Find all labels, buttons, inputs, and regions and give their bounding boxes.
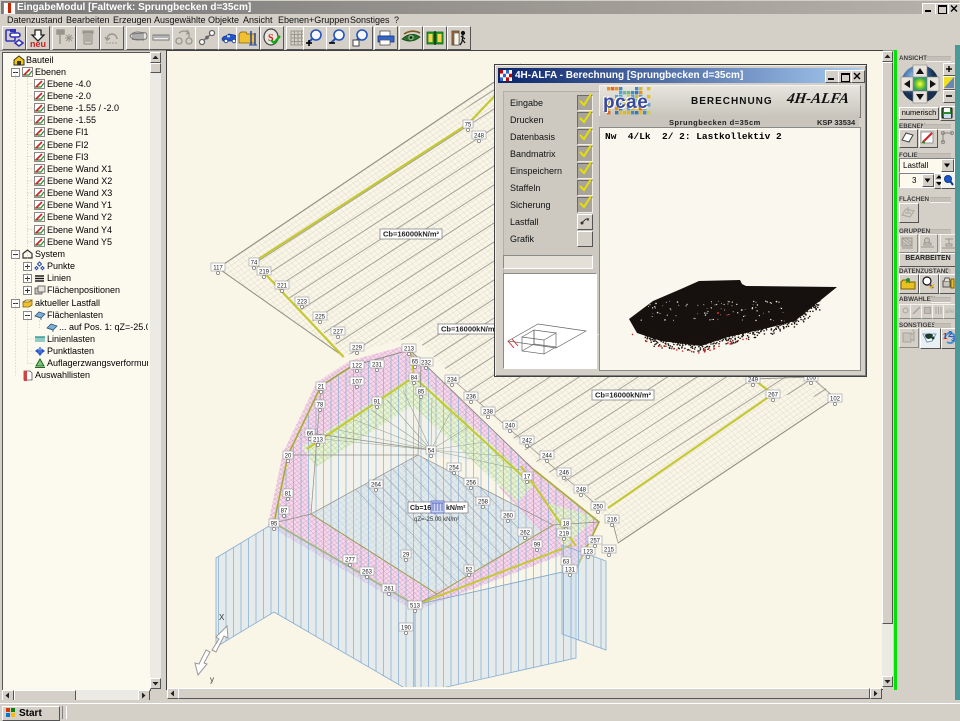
svg-text:102: 102 [830, 397, 841, 403]
svg-text:131: 131 [565, 568, 576, 574]
svg-text:242: 242 [522, 439, 533, 445]
svg-text:261: 261 [384, 587, 395, 593]
svg-text:65: 65 [412, 360, 419, 366]
svg-text:85: 85 [418, 390, 425, 396]
svg-text:qZ=-25.00 kN/m²: qZ=-25.00 kN/m² [414, 517, 459, 523]
svg-text:254: 254 [449, 466, 460, 472]
svg-text:18: 18 [563, 522, 570, 528]
svg-text:122: 122 [352, 364, 363, 370]
svg-text:54: 54 [428, 449, 435, 455]
svg-text:84: 84 [411, 376, 418, 382]
svg-text:X: X [219, 613, 225, 622]
svg-text:95: 95 [271, 522, 278, 528]
svg-text:240: 240 [505, 424, 516, 430]
svg-text:81: 81 [285, 492, 292, 498]
svg-text:y: y [210, 675, 214, 684]
svg-text:225: 225 [315, 315, 326, 321]
svg-text:216: 216 [607, 518, 618, 524]
svg-text:117: 117 [213, 266, 223, 272]
svg-text:190: 190 [401, 626, 412, 632]
svg-text:29: 29 [403, 553, 410, 559]
svg-text:87: 87 [281, 509, 288, 515]
svg-text:215: 215 [604, 548, 615, 554]
svg-text:227: 227 [333, 330, 344, 336]
svg-text:248: 248 [576, 488, 587, 494]
svg-text:244: 244 [542, 454, 553, 460]
svg-text:258: 258 [478, 500, 489, 506]
svg-text:107: 107 [352, 380, 363, 386]
svg-text:kN/m²: kN/m² [446, 505, 466, 512]
svg-text:99: 99 [534, 543, 541, 549]
svg-text:250: 250 [593, 505, 604, 511]
svg-text:223: 223 [297, 300, 308, 306]
svg-text:20: 20 [285, 454, 292, 460]
svg-text:277: 277 [345, 558, 356, 564]
svg-text:246: 246 [559, 471, 570, 477]
svg-text:Cb=16000kN/m²: Cb=16000kN/m² [383, 230, 440, 239]
svg-text:Cb=16000kN/m²: Cb=16000kN/m² [595, 391, 652, 400]
svg-text:260: 260 [503, 514, 514, 520]
svg-text:213: 213 [313, 438, 324, 444]
svg-text:267: 267 [768, 393, 779, 399]
svg-text:123: 123 [583, 550, 594, 556]
svg-text:236: 236 [466, 395, 477, 401]
svg-text:Cb=16: Cb=16 [410, 505, 431, 512]
svg-text:alle: alle [945, 309, 954, 315]
svg-text:248: 248 [474, 134, 485, 140]
svg-text:264: 264 [371, 483, 382, 489]
svg-text:263: 263 [362, 570, 373, 576]
svg-text:232: 232 [421, 361, 432, 367]
svg-text:21: 21 [318, 385, 325, 391]
svg-text:219: 219 [559, 532, 570, 538]
svg-text:238: 238 [483, 410, 494, 416]
svg-text:221: 221 [277, 284, 288, 290]
svg-text:Cb=16000kN/m²: Cb=16000kN/m² [441, 325, 498, 334]
svg-text:229: 229 [352, 346, 363, 352]
svg-text:213: 213 [404, 347, 415, 353]
svg-text:75: 75 [465, 123, 472, 129]
svg-text:257: 257 [590, 539, 601, 545]
svg-text:513: 513 [410, 604, 421, 610]
svg-text:219: 219 [259, 270, 270, 276]
svg-text:231: 231 [372, 363, 383, 369]
svg-text:91: 91 [374, 400, 381, 406]
svg-text:249: 249 [748, 378, 759, 384]
svg-text:17: 17 [524, 475, 531, 481]
svg-text:63: 63 [563, 560, 570, 566]
svg-text:256: 256 [466, 481, 477, 487]
svg-text:262: 262 [520, 531, 531, 537]
svg-text:74: 74 [251, 261, 258, 267]
svg-text:52: 52 [466, 568, 473, 574]
svg-text:78: 78 [317, 403, 324, 409]
svg-text:234: 234 [447, 378, 458, 384]
